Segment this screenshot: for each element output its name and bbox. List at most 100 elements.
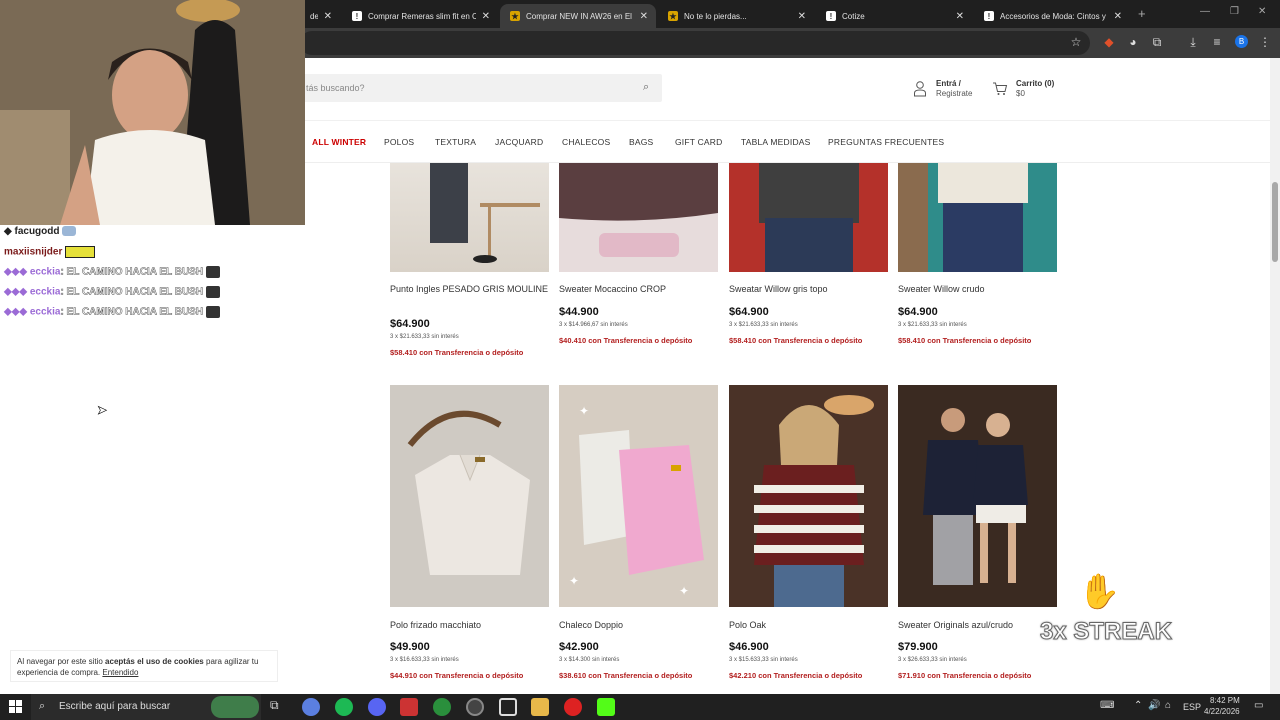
product-name[interactable]: Polo Oak <box>729 619 889 631</box>
close-icon[interactable]: ✕ <box>324 11 332 22</box>
discord-icon[interactable] <box>368 698 386 716</box>
window-close-icon[interactable]: ✕ <box>1258 6 1266 17</box>
product-name[interactable]: Sweater Mocaccino CROP <box>559 283 719 295</box>
scrollbar-thumb[interactable] <box>1272 182 1278 262</box>
product-name[interactable]: Chaleco Doppio <box>559 619 719 631</box>
tab-title: Comprar Remeras slim fit en C <box>368 11 476 21</box>
product-image[interactable] <box>390 385 549 607</box>
nav-bags[interactable]: BAGS <box>629 137 653 147</box>
copilot-icon[interactable] <box>302 698 320 716</box>
nav-all-winter[interactable]: ALL WINTER <box>312 137 366 147</box>
close-icon[interactable]: ✕ <box>1114 11 1122 22</box>
search-icon[interactable]: ⌕ <box>643 81 649 94</box>
download-icon[interactable]: ⤓ <box>1186 35 1200 49</box>
emote-icon <box>62 226 77 237</box>
clap-hands-icon: ✋ <box>1077 573 1121 612</box>
notification-icon[interactable]: ▭ <box>1254 700 1263 711</box>
close-icon[interactable]: ✕ <box>798 11 806 22</box>
maximize-icon[interactable]: ❐ <box>1230 6 1239 17</box>
product-installments: 3 x $15.633,33 sin interés <box>729 657 798 663</box>
product-price: $42.900 <box>559 641 599 653</box>
clock-time[interactable]: 8:42 PM <box>1210 696 1240 705</box>
nav-chalecos[interactable]: CHALECOS <box>562 137 610 147</box>
task-view-icon[interactable]: ⧉ <box>270 698 288 716</box>
browser-tab-1[interactable]: ! Comprar Remeras slim fit en C ✕ <box>342 4 498 28</box>
nav-textura[interactable]: TEXTURA <box>435 137 476 147</box>
file-explorer-icon[interactable] <box>531 698 549 716</box>
profile-avatar[interactable]: B <box>1235 35 1248 48</box>
media-control-icon[interactable]: ≡ <box>1210 35 1224 49</box>
product-image[interactable] <box>898 385 1057 607</box>
nav-jacquard[interactable]: JACQUARD <box>495 137 543 147</box>
windows-start-icon[interactable] <box>9 700 22 713</box>
product-image[interactable] <box>559 163 718 272</box>
tray-chevron-icon[interactable]: ⌃ <box>1134 700 1142 711</box>
user-icon[interactable] <box>913 80 927 98</box>
app-icon[interactable] <box>499 698 517 716</box>
extensions-puzzle-icon[interactable]: ⧉ <box>1150 35 1164 49</box>
nav-gift-card[interactable]: GIFT CARD <box>675 137 722 147</box>
chat-message: ◆◆◆ ecckia: EL CAMINO HACIA EL BUSH <box>4 266 220 278</box>
product-name[interactable]: Polo frizado macchiato <box>390 619 550 631</box>
kick-icon[interactable] <box>597 698 615 716</box>
network-icon[interactable]: ⌂ <box>1165 700 1171 711</box>
nav-preguntas-frecuentes[interactable]: PREGUNTAS FRECUENTES <box>828 137 944 147</box>
opera-icon[interactable] <box>564 698 582 716</box>
chrome-icon[interactable] <box>433 698 451 716</box>
product-price: $46.900 <box>729 641 769 653</box>
product-name[interactable]: Sweater Originals azul/crudo <box>898 619 1058 631</box>
volume-icon[interactable]: 🔊 <box>1148 700 1160 711</box>
bookmark-star-icon[interactable]: ☆ <box>1069 35 1083 49</box>
taskbar-search[interactable]: ⌕ Escribe aquí para buscar <box>31 694 261 720</box>
browser-tab-2[interactable]: ★ Comprar NEW IN AW26 en El c ✕ <box>500 4 656 28</box>
browser-menu-icon[interactable]: ⋮ <box>1258 35 1272 49</box>
extension-icon[interactable]: ◕ <box>1126 35 1140 49</box>
register-link[interactable]: Registrate <box>936 89 972 98</box>
close-icon[interactable]: ✕ <box>640 11 648 22</box>
taskbar-search-placeholder: Escribe aquí para buscar <box>59 701 171 712</box>
nav-polos[interactable]: POLOS <box>384 137 414 147</box>
product-transfer-price: $42.210 con Transferencia o depósito <box>729 671 863 680</box>
product-name[interactable]: Sweatar Willow gris topo <box>729 283 889 295</box>
app-icon[interactable] <box>400 698 418 716</box>
minimize-icon[interactable]: — <box>1200 6 1210 17</box>
product-image[interactable] <box>729 385 888 607</box>
obs-icon[interactable] <box>466 698 484 716</box>
product-image[interactable] <box>390 163 549 272</box>
close-icon[interactable]: ✕ <box>956 11 964 22</box>
product-transfer-price: $58.410 con Transferencia o depósito <box>898 336 1032 345</box>
page-scrollbar[interactable] <box>1270 58 1280 694</box>
product-price: $49.900 <box>390 641 430 653</box>
extension-icon[interactable]: ◆ <box>1102 35 1116 49</box>
cart-icon[interactable] <box>992 82 1008 96</box>
product-image[interactable] <box>729 163 888 272</box>
language-indicator[interactable]: ESP <box>1183 702 1201 712</box>
browser-tab-0[interactable]: de ✕ <box>300 4 340 28</box>
cookie-banner: Al navegar por este sitio aceptás el uso… <box>10 650 278 682</box>
search-highlight-image <box>211 696 259 718</box>
address-bar[interactable] <box>300 31 1090 55</box>
login-link[interactable]: Entrá / <box>936 79 961 88</box>
product-name[interactable]: Sweater Willow crudo <box>898 283 1058 295</box>
chat-message: maxiisnijder <box>4 246 96 258</box>
cart-total: $0 <box>1016 89 1025 98</box>
mouse-cursor-icon: ➤ <box>97 403 108 418</box>
keyboard-icon[interactable]: ⌨ <box>1100 700 1114 711</box>
product-image[interactable]: ✦ ✦ ✦ <box>559 385 718 607</box>
new-tab-button[interactable]: + <box>1138 6 1146 21</box>
browser-tab-3[interactable]: ★ No te lo pierdas... ✕ <box>658 4 814 28</box>
product-image[interactable] <box>898 163 1057 272</box>
chat-text: : EL CAMINO HACIA EL BUSH <box>60 306 204 318</box>
chat-username: maxiisnijder <box>4 246 63 258</box>
browser-tab-4[interactable]: ! Cotize ✕ <box>816 4 972 28</box>
clock-date[interactable]: 4/22/2026 <box>1204 707 1240 716</box>
cart-label[interactable]: Carrito (0) <box>1016 79 1054 88</box>
product-installments: 3 x $21.633,33 sin interés <box>729 322 798 328</box>
cookie-accept-link[interactable]: Entendido <box>102 668 138 677</box>
product-name[interactable]: Punto Ingles PESADO GRIS MOULINE <box>390 283 550 295</box>
browser-tab-5[interactable]: ! Accesorios de Moda: Cintos y C ✕ <box>974 4 1130 28</box>
nav-tabla-medidas[interactable]: TABLA MEDIDAS <box>741 137 811 147</box>
spotify-icon[interactable] <box>335 698 353 716</box>
search-input[interactable]: tás buscando? <box>300 74 662 102</box>
close-icon[interactable]: ✕ <box>482 11 490 22</box>
